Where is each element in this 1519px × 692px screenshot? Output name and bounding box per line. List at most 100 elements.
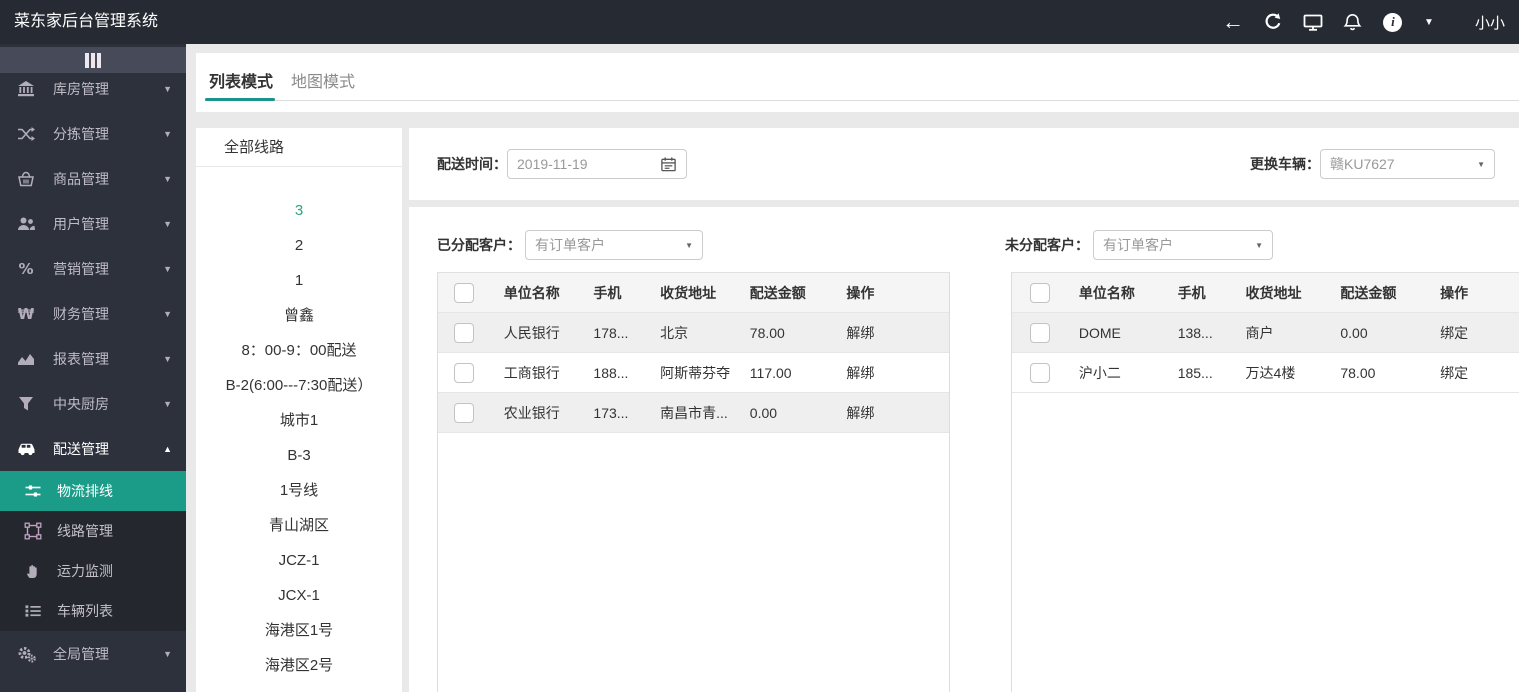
route-item[interactable]: 曾鑫: [196, 298, 402, 333]
sidebar-item-logistics-routing[interactable]: 物流排线: [0, 471, 186, 511]
route-item[interactable]: 1号线: [196, 473, 402, 508]
sidebar-menu: 库房管理 ▼ 分拣管理 ▼ 商品管理 ▼: [0, 66, 186, 676]
route-item[interactable]: 1: [196, 263, 402, 298]
sidebar-item-reports[interactable]: 报表管理 ▼: [0, 336, 186, 381]
unassigned-filter-value: 有订单客户: [1103, 235, 1249, 255]
current-user[interactable]: 小小: [1475, 12, 1505, 33]
topbar-actions: ← i ▼ 小小: [1205, 0, 1519, 44]
chevron-down-icon: ▼: [163, 264, 172, 274]
unbind-link[interactable]: 解绑: [846, 363, 949, 383]
sidebar-item-label: 商品管理: [53, 169, 109, 189]
delivery-date-input[interactable]: 2019-11-19: [507, 149, 687, 179]
unassigned-customer-filter-select[interactable]: 有订单客户 ▼: [1093, 230, 1273, 260]
route-item[interactable]: JCX-1: [196, 578, 402, 613]
chevron-down-icon: ▼: [163, 309, 172, 319]
sidebar-item-sorting[interactable]: 分拣管理 ▼: [0, 111, 186, 156]
chevron-down-icon: ▼: [1255, 241, 1263, 250]
route-list-panel: 全部线路 3 2 1 曾鑫 8：00-9：00配送 B-2(6:00---7:3…: [196, 128, 402, 692]
sidebar-item-label: 运力监测: [57, 561, 113, 581]
app-root: 菜东家后台管理系统 ← i ▼ 小小 库: [0, 0, 1519, 692]
select-all-checkbox[interactable]: [1030, 283, 1050, 303]
route-item[interactable]: 3: [196, 193, 402, 228]
sidebar-item-goods[interactable]: 商品管理 ▼: [0, 156, 186, 201]
change-vehicle-label: 更换车辆：: [1250, 154, 1320, 174]
bind-link[interactable]: 绑定: [1440, 323, 1519, 343]
sidebar: 库房管理 ▼ 分拣管理 ▼ 商品管理 ▼: [0, 44, 186, 692]
row-checkbox[interactable]: [454, 403, 474, 423]
route-item[interactable]: 海港区1号: [196, 613, 402, 648]
cell-address: 商户: [1246, 323, 1341, 343]
delivery-time-label: 配送时间：: [437, 154, 507, 174]
chevron-down-icon: ▼: [685, 241, 693, 250]
col-header-address: 收货地址: [660, 283, 750, 303]
col-header-name: 单位名称: [504, 283, 594, 303]
assigned-customers-label: 已分配客户：: [437, 235, 521, 255]
tab-list-mode[interactable]: 列表模式: [205, 68, 277, 92]
col-header-phone: 手机: [593, 283, 660, 303]
col-header-action: 操作: [846, 283, 949, 303]
row-checkbox[interactable]: [1030, 323, 1050, 343]
route-item[interactable]: B-3: [196, 438, 402, 473]
route-item[interactable]: 海港区2号: [196, 648, 402, 683]
bell-icon[interactable]: [1341, 10, 1365, 34]
percent-icon: %: [13, 260, 39, 278]
tab-map-mode[interactable]: 地图模式: [287, 68, 359, 92]
table-row: 工商银行 188... 阿斯蒂芬夺 117.00 解绑: [438, 353, 949, 393]
cell-name: DOME: [1079, 325, 1178, 341]
chevron-down-icon: ▼: [163, 649, 172, 659]
unbind-link[interactable]: 解绑: [846, 403, 949, 423]
assigned-customers-table: 单位名称 手机 收货地址 配送金额 操作 人民银行 178... 北京 78.0…: [437, 272, 950, 692]
assigned-customer-filter-select[interactable]: 有订单客户 ▼: [525, 230, 703, 260]
sidebar-item-vehicle-list[interactable]: 车辆列表: [0, 591, 186, 631]
app-title: 菜东家后台管理系统: [14, 0, 158, 44]
route-item[interactable]: 青山湖区: [196, 508, 402, 543]
back-icon[interactable]: ←: [1221, 10, 1245, 34]
chevron-down-icon: ▼: [163, 354, 172, 364]
cell-amount: 78.00: [750, 325, 847, 341]
bind-link[interactable]: 绑定: [1440, 363, 1519, 383]
sidebar-item-finance[interactable]: ₩ 财务管理 ▼: [0, 291, 186, 336]
monitor-icon[interactable]: [1301, 10, 1325, 34]
info-icon[interactable]: i: [1381, 10, 1405, 34]
filter-panel: 配送时间： 2019-11-19 更换车辆： 赣KU7627 ▼: [409, 128, 1519, 200]
sidebar-collapse-toggle[interactable]: [0, 47, 186, 73]
col-header-name: 单位名称: [1079, 283, 1178, 303]
row-checkbox[interactable]: [454, 363, 474, 383]
route-item[interactable]: 2: [196, 228, 402, 263]
sidebar-item-capacity-monitor[interactable]: 运力监测: [0, 551, 186, 591]
cell-address: 万达4楼: [1246, 363, 1341, 383]
sidebar-item-route-management[interactable]: 线路管理: [0, 511, 186, 551]
route-item[interactable]: 城市1: [196, 403, 402, 438]
calendar-icon: [660, 156, 677, 173]
route-frame-icon: [21, 522, 45, 540]
row-checkbox[interactable]: [454, 323, 474, 343]
sidebar-item-central-kitchen[interactable]: 中央厨房 ▼: [0, 381, 186, 426]
col-header-phone: 手机: [1178, 283, 1246, 303]
table-row: 农业银行 173... 南昌市青... 0.00 解绑: [438, 393, 949, 433]
refresh-icon[interactable]: [1261, 10, 1285, 34]
dropdown-caret-icon[interactable]: ▼: [1421, 10, 1437, 34]
route-item[interactable]: B-2(6:00---7:30配送）: [196, 368, 402, 403]
assigned-filter-row: 已分配客户： 有订单客户 ▼: [437, 230, 703, 260]
cell-phone: 185...: [1178, 365, 1246, 381]
chart-icon: [13, 350, 39, 368]
cell-phone: 138...: [1178, 325, 1246, 341]
sidebar-item-delivery[interactable]: 配送管理 ▲: [0, 426, 186, 471]
delivery-date-value: 2019-11-19: [517, 156, 660, 172]
assigned-filter-value: 有订单客户: [535, 235, 679, 255]
table-row: 沪小二 185... 万达4楼 78.00 绑定: [1012, 353, 1519, 393]
sidebar-item-users[interactable]: 用户管理 ▼: [0, 201, 186, 246]
row-checkbox[interactable]: [1030, 363, 1050, 383]
topbar: 菜东家后台管理系统 ← i ▼ 小小: [0, 0, 1519, 44]
select-all-checkbox[interactable]: [454, 283, 474, 303]
sidebar-item-marketing[interactable]: % 营销管理 ▼: [0, 246, 186, 291]
vehicle-select[interactable]: 赣KU7627 ▼: [1320, 149, 1495, 179]
route-item[interactable]: 8：00-9：00配送: [196, 333, 402, 368]
sidebar-item-global[interactable]: 全局管理 ▼: [0, 631, 186, 676]
sidebar-item-label: 配送管理: [53, 439, 109, 459]
cell-address: 北京: [660, 323, 750, 343]
unbind-link[interactable]: 解绑: [846, 323, 949, 343]
delivery-submenu: 物流排线 线路管理 运力监测: [0, 471, 186, 631]
route-item[interactable]: JCZ-1: [196, 543, 402, 578]
unassigned-customers-table: 单位名称 手机 收货地址 配送金额 操作 DOME 138... 商户 0.00…: [1011, 272, 1519, 692]
